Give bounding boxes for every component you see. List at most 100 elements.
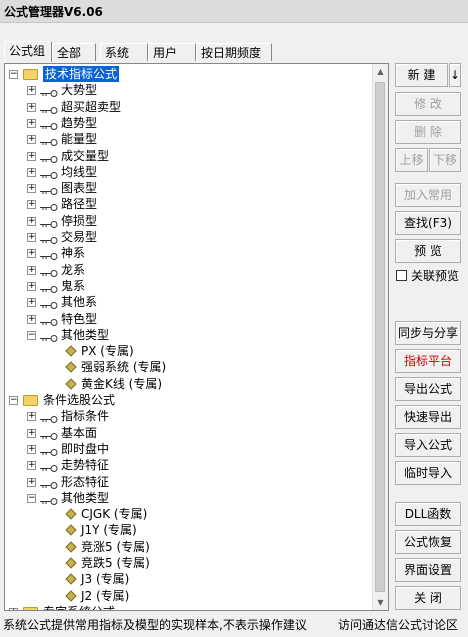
tree-category-node[interactable]: + 龙系	[5, 262, 365, 278]
tree-category-node[interactable]: + 基本面	[5, 425, 365, 441]
tree-formula-item[interactable]: PX (专属)	[5, 343, 365, 359]
expand-icon[interactable]: +	[27, 167, 36, 177]
expand-icon[interactable]: +	[27, 281, 36, 291]
import-formula-button[interactable]: 导入公式	[395, 433, 461, 457]
linked-preview-checkbox[interactable]	[396, 270, 407, 281]
expand-icon[interactable]: +	[27, 412, 36, 422]
tab-user[interactable]: 用户	[148, 43, 196, 61]
tree-category-node[interactable]: + 大势型	[5, 82, 365, 98]
expand-icon[interactable]: +	[27, 200, 36, 210]
tree-category-node[interactable]: + 即时盘中	[5, 441, 365, 457]
expand-icon[interactable]: +	[27, 233, 36, 242]
formula-tree[interactable]: ▲ ▼ − 技术指标公式 + 大势型 + 超买超卖型 + 趋势型 + 能量型 + 成交量型 + 均线型 + 图…	[4, 63, 389, 611]
temp-import-button[interactable]: 临时导入	[395, 461, 461, 485]
expand-icon[interactable]: +	[27, 102, 36, 112]
collapse-icon[interactable]: −	[27, 330, 36, 340]
preview-button[interactable]: 预 览	[395, 239, 461, 263]
tree-category-node[interactable]: − 其他类型	[5, 327, 365, 343]
tree-category-node[interactable]: + 均线型	[5, 164, 365, 180]
dll-functions-button[interactable]: DLL函数	[395, 502, 461, 526]
tree-formula-item[interactable]: CJGK (专属)	[5, 506, 365, 522]
tree-item-label: 竞跌5 (专属)	[81, 556, 150, 570]
tree-category-node[interactable]: + 停损型	[5, 213, 365, 229]
expand-icon[interactable]: +	[27, 249, 36, 259]
quick-export-button[interactable]: 快速导出	[395, 405, 461, 429]
expand-icon[interactable]: +	[27, 477, 36, 487]
tree-category-node[interactable]: + 鬼系	[5, 278, 365, 294]
collapse-icon[interactable]: −	[27, 493, 36, 503]
tree-category-node[interactable]: + 超买超卖型	[5, 99, 365, 115]
modify-button[interactable]: 修 改	[395, 92, 461, 116]
tree-category-node[interactable]: + 成交量型	[5, 148, 365, 164]
expand-icon[interactable]: +	[27, 184, 36, 194]
move-down-button[interactable]: 下移	[429, 148, 461, 172]
expand-icon[interactable]: +	[27, 151, 36, 161]
forum-link[interactable]: 访问通达信公式讨论区	[338, 616, 458, 633]
tab-formula-groups[interactable]: 公式组	[4, 41, 52, 62]
export-formula-button[interactable]: 导出公式	[395, 377, 461, 401]
expand-icon[interactable]: +	[27, 86, 36, 96]
expand-icon[interactable]: +	[27, 444, 36, 454]
key-icon	[40, 412, 58, 424]
tree-category-node[interactable]: + 能量型	[5, 131, 365, 147]
tree-item-label: 路径型	[61, 197, 98, 212]
collapse-icon[interactable]: −	[9, 396, 18, 405]
tree-formula-item[interactable]: 竞涨5 (专属)	[5, 539, 365, 555]
tree-formula-item[interactable]: 强弱系统 (专属)	[5, 359, 365, 375]
expand-icon[interactable]: +	[27, 135, 36, 145]
new-dropdown-button[interactable]: ↓	[449, 63, 461, 87]
scroll-down-arrow-icon[interactable]: ▼	[373, 595, 388, 610]
key-icon	[40, 217, 58, 228]
disclaimer-text: 系统公式提供常用指标及模型的实现样本,不表示操作建议	[3, 618, 307, 632]
expand-icon[interactable]: +	[27, 314, 36, 324]
tree-category-node[interactable]: + 路径型	[5, 196, 365, 212]
tree-category-node[interactable]: + 神系	[5, 245, 365, 261]
tree-folder-node[interactable]: − 条件选股公式	[5, 392, 365, 408]
tree-category-node[interactable]: + 形态特征	[5, 474, 365, 490]
tab-system[interactable]: 系统	[100, 43, 148, 61]
indicator-platform-button[interactable]: 指标平台	[395, 349, 461, 373]
tree-formula-item[interactable]: J3 (专属)	[5, 571, 365, 587]
tree-formula-item[interactable]: J1Y (专属)	[5, 522, 365, 538]
tree-formula-item[interactable]: 黄金K线 (专属)	[5, 376, 365, 392]
tree-category-node[interactable]: + 特色型	[5, 311, 365, 327]
tree-category-node[interactable]: + 指标条件	[5, 408, 365, 424]
ui-settings-button[interactable]: 界面设置	[395, 558, 461, 582]
tree-item-label: 龙系	[61, 262, 86, 277]
tree-category-node[interactable]: − 其他类型	[5, 490, 365, 506]
tree-category-node[interactable]: + 趋势型	[5, 115, 365, 131]
tree-formula-item[interactable]: 竞跌5 (专属)	[5, 555, 365, 571]
find-button[interactable]: 查找(F3)	[395, 211, 461, 235]
tree-item-label: 基本面	[61, 425, 98, 440]
expand-icon[interactable]: +	[9, 607, 18, 610]
expand-icon[interactable]: +	[27, 461, 36, 471]
tree-formula-item[interactable]: J2 (专属)	[5, 588, 365, 604]
expand-icon[interactable]: +	[27, 298, 36, 308]
expand-icon[interactable]: +	[27, 118, 36, 128]
scroll-up-arrow-icon[interactable]: ▲	[373, 64, 388, 79]
collapse-icon[interactable]: −	[9, 70, 18, 79]
tree-folder-node[interactable]: + 专家系统公式	[5, 604, 365, 610]
tab-by-date-frequency[interactable]: 按日期频度	[196, 43, 272, 61]
move-up-button[interactable]: 上移	[395, 148, 428, 172]
tree-category-node[interactable]: + 其他系	[5, 294, 365, 310]
tree-item-label: 其他类型	[61, 490, 110, 505]
new-button[interactable]: 新 建	[395, 63, 448, 87]
expand-icon[interactable]: +	[27, 265, 36, 275]
tree-category-node[interactable]: + 图表型	[5, 180, 365, 196]
add-to-common-button[interactable]: 加入常用	[395, 183, 461, 207]
key-icon	[40, 282, 58, 293]
tree-category-node[interactable]: + 走势特征	[5, 457, 365, 473]
expand-icon[interactable]: +	[27, 428, 36, 438]
restore-formula-button[interactable]: 公式恢复	[395, 530, 461, 554]
tree-folder-node[interactable]: − 技术指标公式	[5, 66, 365, 82]
sync-share-button[interactable]: 同步与分享	[395, 321, 461, 345]
scroll-thumb[interactable]	[375, 82, 385, 592]
delete-button[interactable]: 删 除	[395, 120, 461, 144]
expand-icon[interactable]: +	[27, 216, 36, 226]
close-button[interactable]: 关 闭	[395, 586, 461, 610]
vertical-scrollbar[interactable]: ▲ ▼	[372, 64, 388, 610]
key-icon	[40, 478, 58, 489]
tab-all[interactable]: 全部	[52, 43, 96, 61]
tree-category-node[interactable]: + 交易型	[5, 229, 365, 245]
